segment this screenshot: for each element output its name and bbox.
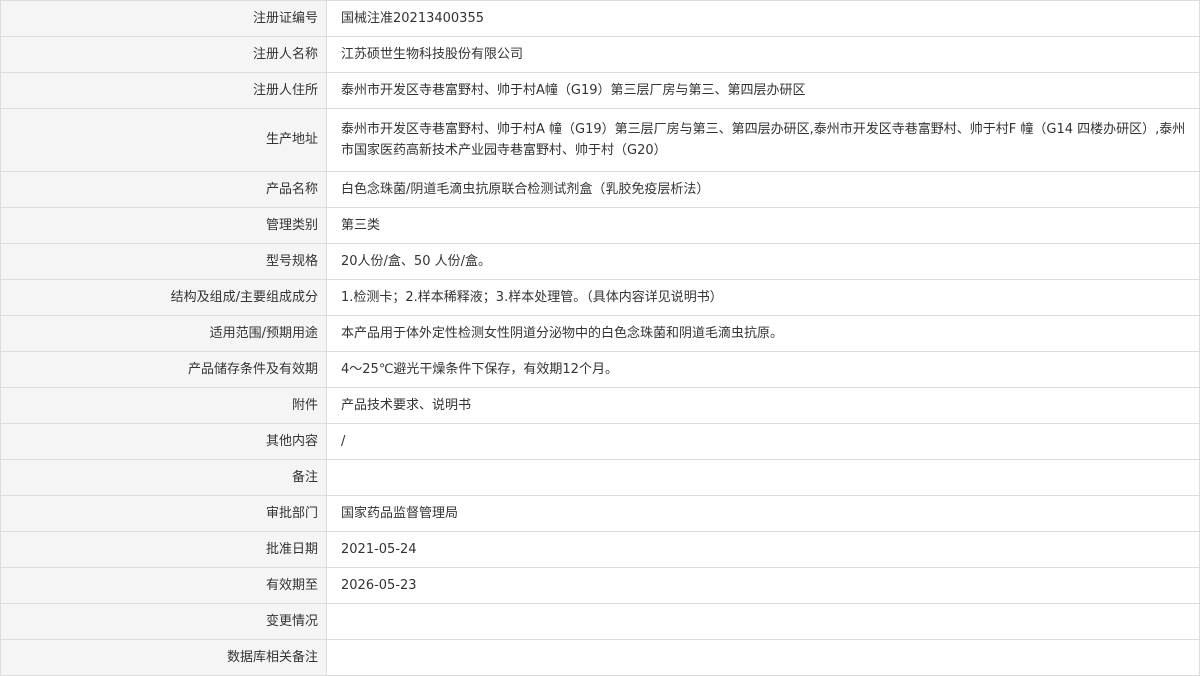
- row-approval-date: 批准日期 2021-05-24: [0, 531, 1200, 568]
- field-value: 本产品用于体外定性检测女性阴道分泌物中的白色念珠菌和阴道毛滴虫抗原。: [326, 315, 1200, 352]
- field-value: 国械注准20213400355: [326, 0, 1200, 37]
- row-registration-number: 注册证编号 国械注准20213400355: [0, 0, 1200, 37]
- field-label: 型号规格: [0, 243, 327, 280]
- row-product-name: 产品名称 白色念珠菌/阴道毛滴虫抗原联合检测试剂盒（乳胶免疫层析法）: [0, 171, 1200, 208]
- field-value: [326, 639, 1200, 676]
- field-value: /: [326, 423, 1200, 460]
- row-model-spec: 型号规格 20人份/盒、50 人份/盒。: [0, 243, 1200, 280]
- field-label: 生产地址: [0, 108, 327, 172]
- row-registrant-name: 注册人名称 江苏硕世生物科技股份有限公司: [0, 36, 1200, 73]
- field-label: 数据库相关备注: [0, 639, 327, 676]
- field-label: 有效期至: [0, 567, 327, 604]
- field-value: 产品技术要求、说明书: [326, 387, 1200, 424]
- row-attachments: 附件 产品技术要求、说明书: [0, 387, 1200, 424]
- field-label: 管理类别: [0, 207, 327, 244]
- field-label: 批准日期: [0, 531, 327, 568]
- row-production-address: 生产地址 泰州市开发区寺巷富野村、帅于村A 幢（G19）第三层厂房与第三、第四层…: [0, 108, 1200, 172]
- field-value: 20人份/盒、50 人份/盒。: [326, 243, 1200, 280]
- row-registrant-address: 注册人住所 泰州市开发区寺巷富野村、帅于村A幢（G19）第三层厂房与第三、第四层…: [0, 72, 1200, 109]
- row-composition: 结构及组成/主要组成成分 1.检测卡；2.样本稀释液；3.样本处理管。（具体内容…: [0, 279, 1200, 316]
- row-change-history: 变更情况: [0, 603, 1200, 640]
- field-label: 注册证编号: [0, 0, 327, 37]
- field-value: 泰州市开发区寺巷富野村、帅于村A 幢（G19）第三层厂房与第三、第四层办研区,泰…: [326, 108, 1200, 172]
- field-value: 泰州市开发区寺巷富野村、帅于村A幢（G19）第三层厂房与第三、第四层办研区: [326, 72, 1200, 109]
- row-intended-use: 适用范围/预期用途 本产品用于体外定性检测女性阴道分泌物中的白色念珠菌和阴道毛滴…: [0, 315, 1200, 352]
- field-label: 审批部门: [0, 495, 327, 532]
- field-label: 其他内容: [0, 423, 327, 460]
- field-label: 变更情况: [0, 603, 327, 640]
- field-value: [326, 603, 1200, 640]
- field-value: 4～25℃避光干燥条件下保存，有效期12个月。: [326, 351, 1200, 388]
- field-label: 适用范围/预期用途: [0, 315, 327, 352]
- row-remarks: 备注: [0, 459, 1200, 496]
- row-database-remarks: 数据库相关备注: [0, 639, 1200, 676]
- row-storage-and-shelf-life: 产品储存条件及有效期 4～25℃避光干燥条件下保存，有效期12个月。: [0, 351, 1200, 388]
- field-value: 国家药品监督管理局: [326, 495, 1200, 532]
- field-label: 注册人名称: [0, 36, 327, 73]
- row-other-content: 其他内容 /: [0, 423, 1200, 460]
- field-value: 2021-05-24: [326, 531, 1200, 568]
- field-label: 产品储存条件及有效期: [0, 351, 327, 388]
- field-value: [326, 459, 1200, 496]
- field-label: 附件: [0, 387, 327, 424]
- field-label: 结构及组成/主要组成成分: [0, 279, 327, 316]
- field-value: 第三类: [326, 207, 1200, 244]
- row-management-category: 管理类别 第三类: [0, 207, 1200, 244]
- field-label: 产品名称: [0, 171, 327, 208]
- row-valid-until: 有效期至 2026-05-23: [0, 567, 1200, 604]
- field-label: 备注: [0, 459, 327, 496]
- field-value: 白色念珠菌/阴道毛滴虫抗原联合检测试剂盒（乳胶免疫层析法）: [326, 171, 1200, 208]
- field-label: 注册人住所: [0, 72, 327, 109]
- row-approval-department: 审批部门 国家药品监督管理局: [0, 495, 1200, 532]
- field-value: 1.检测卡；2.样本稀释液；3.样本处理管。（具体内容详见说明书）: [326, 279, 1200, 316]
- field-value: 2026-05-23: [326, 567, 1200, 604]
- registration-record-table: 注册证编号 国械注准20213400355 注册人名称 江苏硕世生物科技股份有限…: [0, 0, 1200, 676]
- field-value: 江苏硕世生物科技股份有限公司: [326, 36, 1200, 73]
